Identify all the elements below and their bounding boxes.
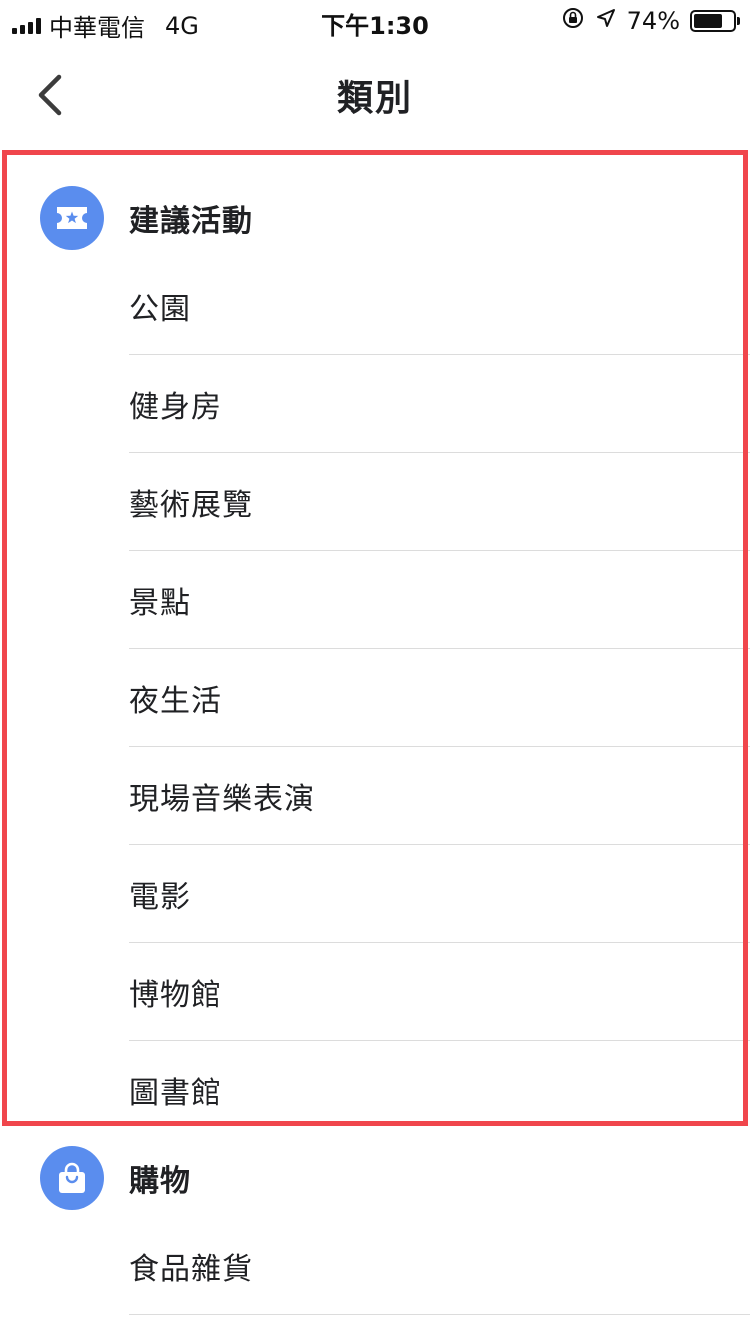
list-item[interactable]: 景點: [129, 551, 750, 649]
list-item[interactable]: 現場音樂表演: [129, 747, 750, 845]
battery-icon: [690, 10, 740, 32]
battery-percent: 74%: [626, 7, 680, 35]
list-item[interactable]: 圖書館: [129, 1041, 750, 1139]
carrier-name: 中華電信: [49, 14, 145, 42]
status-bar: 中華電信 4G 下午1:30 74%: [0, 0, 750, 43]
rotation-lock-icon: [561, 6, 585, 36]
list-item[interactable]: 健身房: [129, 355, 750, 453]
list-item[interactable]: 藝術展覽: [129, 453, 750, 551]
app-header: 類別: [0, 40, 750, 150]
section-header-suggested-activities: 建議活動: [0, 173, 750, 263]
divider: [129, 1314, 750, 1315]
list-item[interactable]: 食品雜貨: [129, 1217, 750, 1315]
list-item[interactable]: 夜生活: [129, 649, 750, 747]
section-title: 建議活動: [129, 204, 253, 239]
back-button[interactable]: [20, 62, 80, 128]
section-title: 購物: [129, 1164, 191, 1199]
shopping-bag-icon: [40, 1146, 104, 1210]
chevron-left-icon: [38, 74, 62, 116]
list-item[interactable]: 公園: [129, 257, 750, 355]
section-header-shopping: 購物: [0, 1133, 750, 1223]
page-title: 類別: [336, 78, 413, 119]
list-item[interactable]: 電影: [129, 845, 750, 943]
list-item[interactable]: 博物館: [129, 943, 750, 1041]
status-bar-right: 74%: [561, 6, 740, 36]
ticket-star-icon: [40, 186, 104, 250]
network-type: 4G: [165, 11, 199, 40]
signal-strength-icon: [12, 17, 41, 34]
location-arrow-icon: [595, 7, 617, 35]
status-bar-left: 中華電信 4G: [12, 8, 199, 43]
